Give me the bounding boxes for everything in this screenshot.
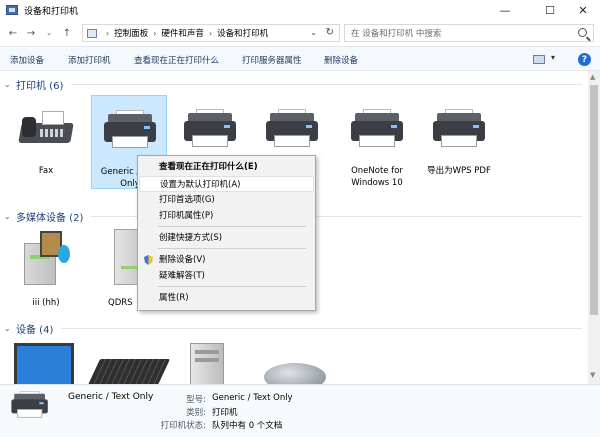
scroll-up-icon[interactable]: ▲ [590,73,595,81]
see-printing-button[interactable]: 查看现在正在打印什么 [134,54,219,66]
control-panel-icon [87,28,97,38]
group-divider [71,84,582,85]
printer-icon [102,110,158,150]
group-devices-header[interactable]: ⌄ 设备 (4) [0,321,588,336]
details-category-label: 类别: [186,408,206,418]
breadcrumb-separator-icon: › [208,28,213,38]
back-arrow-icon[interactable]: ← [6,26,20,40]
vertical-scrollbar[interactable]: ▲ ▼ [588,71,600,384]
collapse-chevron-icon[interactable]: ⌄ [4,324,14,333]
details-status-value: 队列中有 0 个文档 [212,421,283,431]
up-arrow-icon[interactable]: ↑ [60,26,74,40]
collapse-chevron-icon[interactable]: ⌄ [4,212,14,221]
menu-separator [158,226,306,227]
details-model-value: Generic / Text Only [212,393,293,403]
search-placeholder: 在 设备和打印机 中搜索 [351,29,442,39]
printer-icon [264,109,320,149]
command-bar: 添加设备 添加打印机 查看现在正在打印什么 打印服务器属性 删除设备 ▾ ? [0,46,600,71]
menu-item-troubleshoot[interactable]: 疑难解答(T) [139,268,314,284]
device-wps-pdf[interactable]: 导出为WPS PDF [421,95,497,187]
search-icon[interactable] [578,28,587,37]
minimize-button[interactable]: — [488,0,522,20]
help-icon[interactable]: ? [578,53,591,66]
group-multimedia-label: 多媒体设备 (2) [16,213,84,224]
add-printer-button[interactable]: 添加打印机 [68,54,111,66]
address-bar: ← → ⌄ ↑ › 控制面板 › 硬件和声音 › 设备和打印机 ⌄ ↻ 在 设备… [0,20,600,46]
search-input[interactable]: 在 设备和打印机 中搜索 [344,24,594,42]
view-options-dropdown-icon[interactable]: ▾ [551,53,555,62]
breadcrumb-hardware-sound[interactable]: 硬件和声音 [161,27,204,39]
devices-row [0,343,588,384]
device-name: Fax [38,166,54,176]
group-printers-label: 打印机 (6) [16,81,64,92]
details-category-value: 打印机 [212,408,238,418]
menu-item-remove-device[interactable]: 删除设备(V) [139,252,314,268]
window-title: 设备和打印机 [24,6,79,17]
group-printers-header[interactable]: ⌄ 打印机 (6) [0,77,588,92]
selected-printer-icon [10,391,50,427]
address-field[interactable]: › 控制面板 › 硬件和声音 › 设备和打印机 ⌄ ↻ [82,24,340,42]
refresh-icon[interactable]: ↻ [326,27,334,38]
address-dropdown-icon[interactable]: ⌄ [310,28,317,37]
add-device-button[interactable]: 添加设备 [10,54,44,66]
details-model-label: 型号: [186,395,206,405]
title-bar: 设备和打印机 — ☐ ✕ [0,0,600,20]
collapse-chevron-icon[interactable]: ⌄ [4,80,14,89]
fax-icon [18,109,74,149]
device-name: iii (hh) [32,298,60,308]
monitor-icon[interactable] [14,343,74,384]
device-media-iii[interactable]: iii (hh) [8,223,84,313]
menu-separator [158,248,306,249]
menu-item-printing-preferences[interactable]: 打印首选项(G) [139,192,314,208]
group-devices-label: 设备 (4) [16,325,54,336]
media-device-icon [20,229,70,285]
scrollbar-thumb[interactable] [590,85,598,315]
forward-arrow-icon[interactable]: → [24,26,38,40]
device-name: 导出为WPS PDF [427,166,491,176]
device-name: OneNote for Windows 10 [351,166,403,188]
close-button[interactable]: ✕ [566,0,600,20]
keyboard-icon[interactable] [87,359,171,384]
recent-locations-icon[interactable]: ⌄ [42,26,56,40]
breadcrumb-control-panel[interactable]: 控制面板 [114,27,148,39]
devices-printers-icon [6,5,18,15]
remove-device-button[interactable]: 删除设备 [324,54,358,66]
details-device-name: Generic / Text Only [68,392,154,402]
device-onenote[interactable]: OneNote for Windows 10 [339,95,415,188]
computer-icon[interactable] [190,343,224,384]
device-fax[interactable]: Fax [8,95,84,187]
menu-item-properties[interactable]: 属性(R) [139,290,314,306]
menu-separator [158,286,306,287]
details-pane: Generic / Text Only 型号: Generic / Text O… [0,384,600,437]
printer-icon [349,109,405,149]
breadcrumb-separator-icon: › [153,28,157,38]
details-status-label: 打印机状态: [160,421,206,431]
change-view-icon[interactable] [533,55,545,64]
menu-item-printer-properties[interactable]: 打印机属性(P) [139,208,314,224]
menu-item-see-printing[interactable]: 查看现在正在打印什么(E) [139,159,314,175]
scroll-down-icon[interactable]: ▼ [590,371,595,379]
mouse-icon[interactable] [264,363,326,384]
maximize-button[interactable]: ☐ [533,0,567,20]
menu-item-create-shortcut[interactable]: 创建快捷方式(S) [139,230,314,246]
context-menu: 查看现在正在打印什么(E) 设置为默认打印机(A) 打印首选项(G) 打印机属性… [137,155,316,311]
printer-icon [431,109,487,149]
printer-icon [182,109,238,149]
breadcrumb-separator-icon: › [106,28,110,38]
print-server-properties-button[interactable]: 打印服务器属性 [242,54,302,66]
menu-item-set-default[interactable]: 设置为默认打印机(A) [139,176,314,192]
group-divider [61,328,582,329]
breadcrumb-devices-printers[interactable]: 设备和打印机 [217,27,268,39]
